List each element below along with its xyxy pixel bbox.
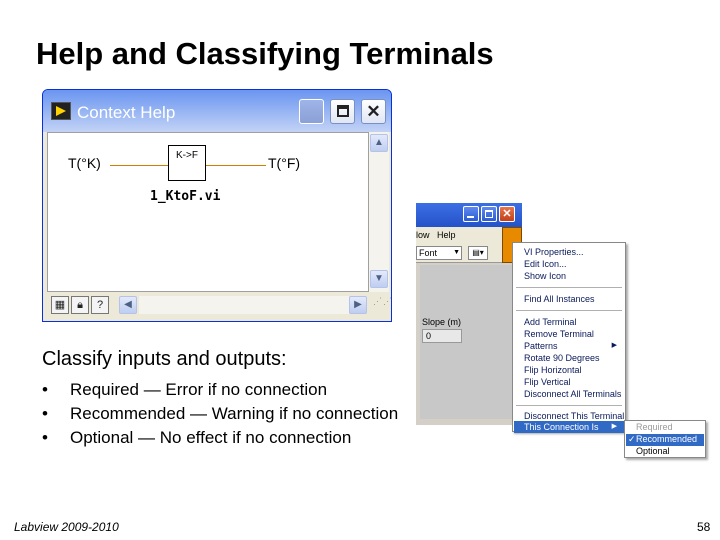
menu-item-disconnect-this[interactable]: Disconnect This Terminal: [524, 411, 624, 421]
labview-app-icon: [51, 102, 71, 120]
connection-type-submenu: Required ✓ Recommended Optional: [624, 420, 706, 458]
submenu-item-required[interactable]: Required: [636, 422, 673, 432]
font-select[interactable]: Font ▼: [416, 246, 462, 260]
bullet-optional: • Optional — No effect if no connection: [42, 428, 352, 447]
bullet-required: • Required — Error if no connection: [42, 380, 328, 399]
menu-item-patterns[interactable]: Patterns: [524, 341, 558, 351]
page-number: 58: [697, 520, 711, 534]
bullet-recommended: • Recommended — Warning if no connection: [42, 404, 399, 423]
scroll-right-icon[interactable]: ▶: [349, 296, 367, 314]
submenu-arrow-icon: ▶: [611, 423, 617, 430]
slope-label: Slope (m): [422, 317, 462, 327]
menu-item-this-connection-is[interactable]: This Connection Is: [524, 422, 599, 432]
window-title: Context Help: [77, 103, 176, 122]
maximize-icon[interactable]: [330, 99, 355, 124]
maximize-icon[interactable]: [481, 206, 497, 222]
output-wire: [206, 165, 266, 166]
context-help-bottom-bar: ▦ 🔒︎ ? ◀ ▶ ⋰⋰: [47, 292, 391, 318]
scroll-down-icon[interactable]: ▼: [370, 270, 388, 288]
detail-icon[interactable]: ▦: [51, 296, 69, 314]
classify-heading: Classify inputs and outputs:: [42, 348, 287, 370]
check-icon: ✓: [628, 434, 636, 444]
slide-title: Help and Classifying Terminals: [36, 36, 494, 71]
menu-item-disconnect-all[interactable]: Disconnect All Terminals: [524, 389, 621, 399]
menu-item-find-all-instances[interactable]: Find All Instances: [524, 294, 595, 304]
input-wire: [110, 165, 168, 166]
lock-icon[interactable]: 🔒︎: [71, 296, 89, 314]
resize-grip-icon[interactable]: ⋰⋰: [373, 297, 391, 314]
context-help-window: Context Help ✕ T(°K) K->F T(°F) 1_KtoF.v…: [42, 89, 392, 322]
question-icon[interactable]: ?: [91, 296, 109, 314]
menu-item-remove-terminal[interactable]: Remove Terminal: [524, 329, 594, 339]
minimize-icon[interactable]: [299, 99, 324, 124]
submenu-arrow-icon: ▶: [611, 342, 617, 349]
vi-icon: K->F: [168, 145, 206, 181]
menu-item-show-icon[interactable]: Show Icon: [524, 271, 566, 281]
context-help-titlebar[interactable]: Context Help ✕: [43, 90, 391, 132]
menu-window[interactable]: low: [416, 227, 430, 243]
chevron-down-icon: ▼: [453, 249, 460, 256]
footer-course: Labview 2009-2010: [14, 520, 119, 534]
terminal-output-label: T(°F): [268, 155, 301, 171]
menu-item-vi-properties[interactable]: VI Properties...: [524, 247, 584, 257]
close-icon[interactable]: ✕: [499, 206, 515, 222]
bullet-list: • Required — Error if no connection • Reco…: [42, 378, 402, 450]
terminal-input-label: T(°K): [68, 155, 101, 171]
menu-item-add-terminal[interactable]: Add Terminal: [524, 317, 576, 327]
scroll-up-icon[interactable]: ▲: [370, 134, 388, 152]
vi-icon-label: K->F: [176, 150, 198, 161]
menu-item-flip-vertical[interactable]: Flip Vertical: [524, 377, 571, 387]
front-panel-canvas: Slope (m) 0: [420, 265, 522, 419]
minimize-icon[interactable]: [463, 206, 479, 222]
vi-name: 1_KtoF.vi: [150, 189, 221, 204]
menu-item-flip-horizontal[interactable]: Flip Horizontal: [524, 365, 582, 375]
submenu-item-recommended[interactable]: Recommended: [636, 434, 697, 444]
context-help-content: T(°K) K->F T(°F) 1_KtoF.vi: [47, 132, 369, 292]
vertical-scrollbar[interactable]: ▲ ▼: [369, 132, 389, 292]
submenu-item-optional[interactable]: Optional: [636, 446, 670, 456]
menu-separator: [516, 405, 622, 406]
horizontal-scrollbar[interactable]: [139, 296, 349, 314]
scroll-left-icon[interactable]: ◀: [119, 296, 137, 314]
front-panel-titlebar[interactable]: ✕: [416, 203, 522, 227]
slope-input[interactable]: 0: [422, 329, 462, 343]
close-icon[interactable]: ✕: [361, 99, 386, 124]
menu-help[interactable]: Help: [437, 227, 456, 243]
distribute-icon[interactable]: ▤▾: [468, 246, 488, 260]
menu-separator: [516, 310, 622, 311]
menu-separator: [516, 287, 622, 288]
front-panel-window: ✕ low Help Font ▼ ▤▾ Slope (m) 0: [416, 203, 522, 425]
menu-item-edit-icon[interactable]: Edit Icon...: [524, 259, 567, 269]
menu-item-rotate[interactable]: Rotate 90 Degrees: [524, 353, 600, 363]
connector-context-menu: VI Properties... Edit Icon... Show Icon …: [512, 242, 626, 433]
